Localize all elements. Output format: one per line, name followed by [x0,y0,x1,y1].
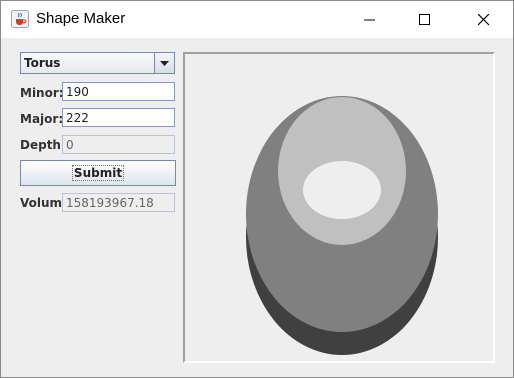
minimize-icon [364,19,375,20]
volume-output [62,193,175,212]
maximize-icon [419,13,430,25]
torus-drawing [246,96,438,355]
close-button[interactable] [455,1,513,38]
title-bar[interactable]: Shape Maker [1,1,513,38]
submit-button[interactable]: Submit [20,160,176,186]
java-cup-icon [11,10,29,28]
shape-canvas [183,52,495,363]
minor-input[interactable] [62,82,175,101]
window-title: Shape Maker [36,10,126,27]
shape-select[interactable]: Torus [20,52,175,74]
submit-label: Submit [71,165,125,181]
depth-input [62,135,175,154]
shape-select-value: Torus [24,56,61,70]
major-input[interactable] [62,108,175,127]
torus-hole [303,161,381,219]
dropdown-arrow[interactable] [154,53,174,73]
shape-maker-window: Shape Maker Torus Minor: Major: Depth: S… [0,0,514,378]
minimize-button[interactable] [341,1,399,38]
chevron-down-icon [160,60,169,66]
minor-label: Minor: [20,86,64,100]
close-icon [478,13,490,25]
depth-label: Depth: [20,138,66,152]
major-label: Major: [20,112,64,126]
maximize-button[interactable] [396,1,454,38]
